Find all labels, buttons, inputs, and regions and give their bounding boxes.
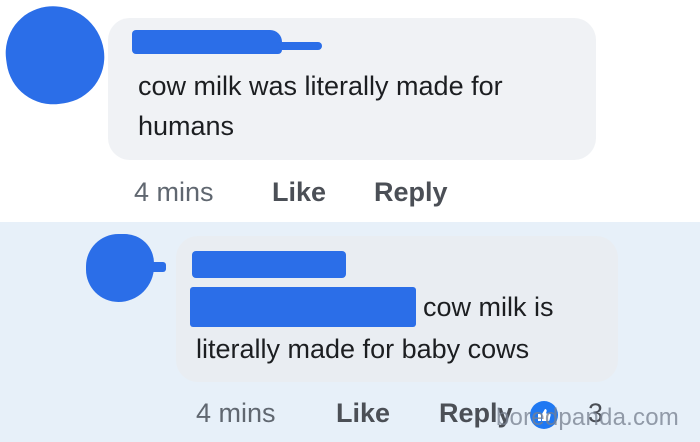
reply-button[interactable]: Reply bbox=[374, 177, 448, 208]
like-button[interactable]: Like bbox=[272, 177, 326, 208]
reply-comment-text-line1: cow milk is bbox=[423, 292, 554, 322]
comment-text: cow milk was literally made for humans bbox=[138, 71, 503, 141]
watermark: boredpanda.com bbox=[496, 404, 679, 431]
reply-comment-text-line2: literally made for baby cows bbox=[196, 334, 530, 364]
reply-like-button[interactable]: Like bbox=[336, 398, 390, 429]
redacted-author-name-tail bbox=[276, 42, 322, 50]
redacted-mentioned-name bbox=[190, 287, 416, 327]
redacted-author-name bbox=[192, 251, 346, 278]
reply-timestamp[interactable]: 4 mins bbox=[196, 398, 276, 429]
comment-timestamp[interactable]: 4 mins bbox=[134, 177, 214, 208]
redacted-author-name bbox=[132, 30, 282, 54]
